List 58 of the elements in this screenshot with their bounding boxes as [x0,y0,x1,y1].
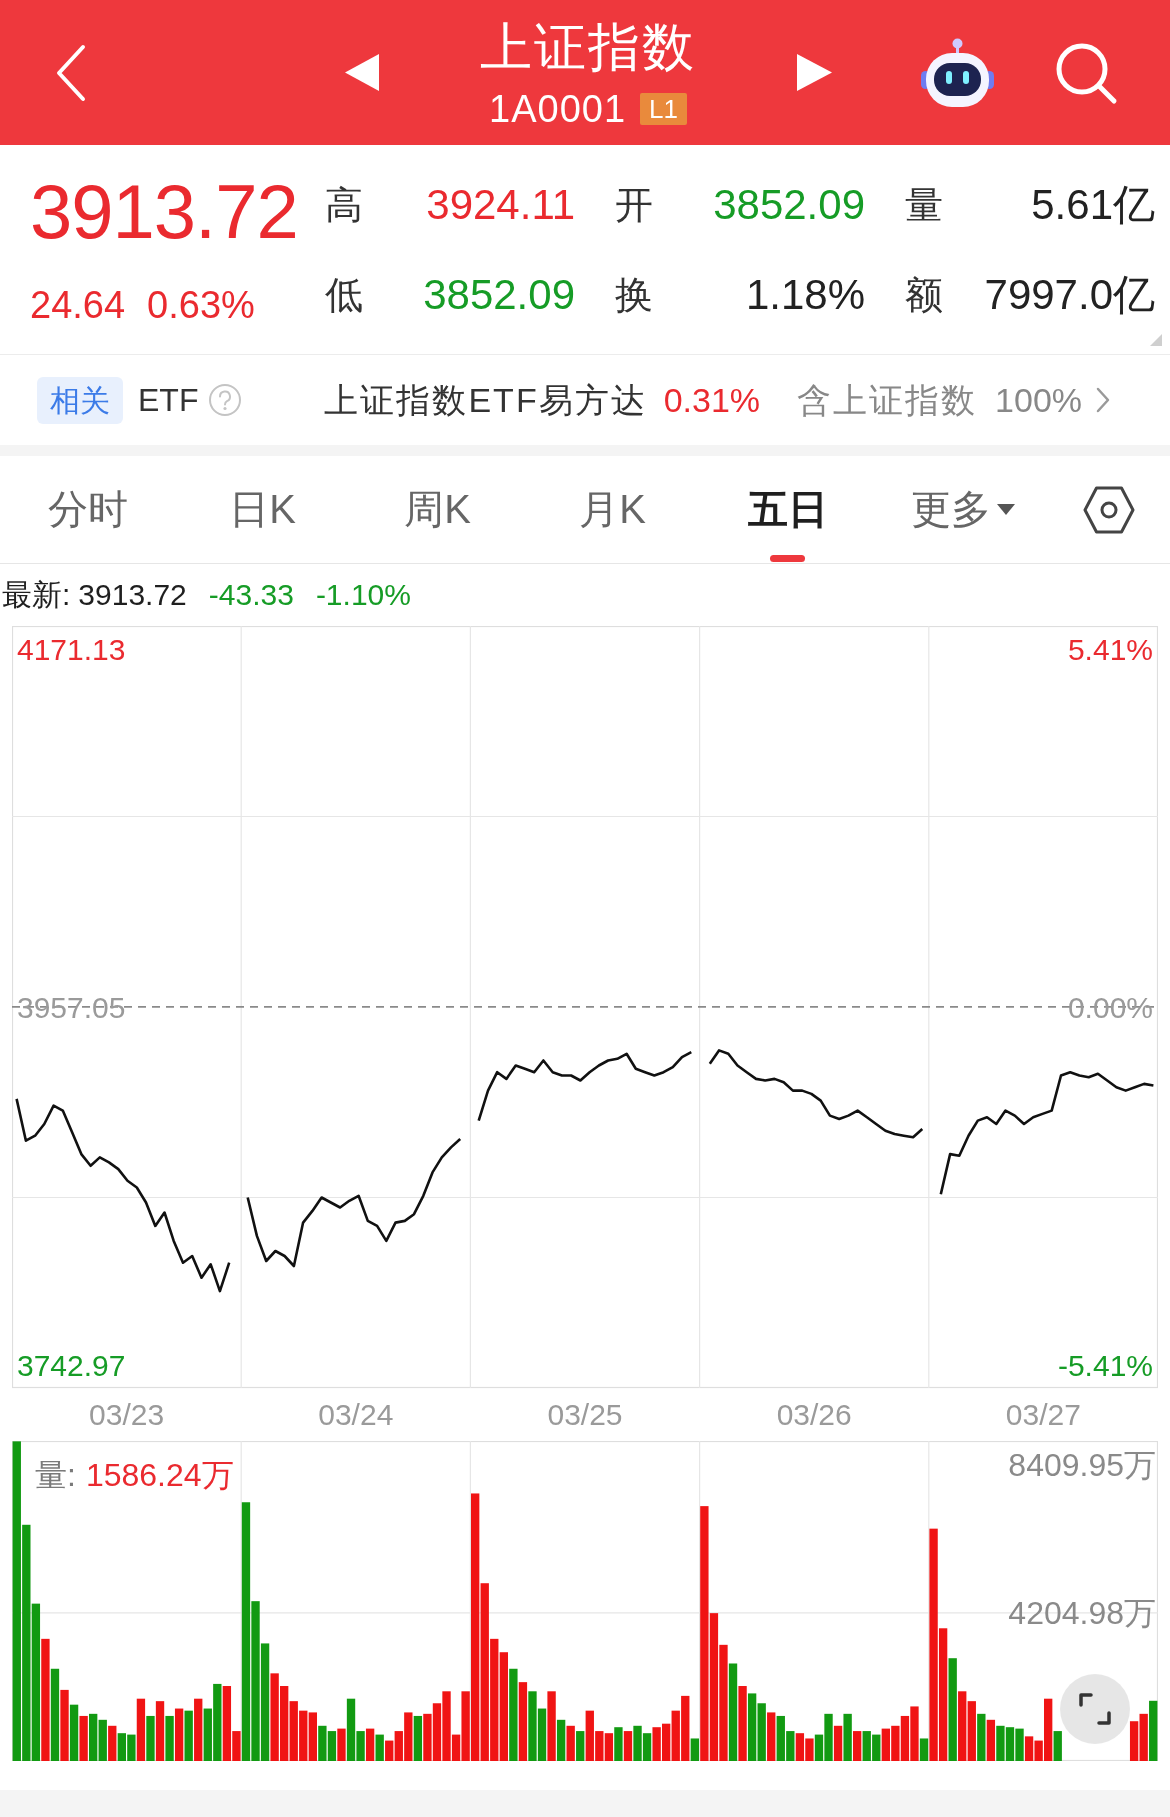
chart-tab[interactable]: 分时 [0,456,175,563]
axis-label: 4204.98万 [1008,1594,1156,1631]
expand-icon [1079,1693,1111,1725]
back-icon[interactable] [55,43,87,102]
left-triangle-icon[interactable] [345,54,379,91]
related-tag: 相关 [37,376,123,424]
axis-label: 5.41% [1067,633,1153,667]
stat-value: 3852.09 [423,271,575,319]
fund-change: 0.31% [663,380,761,420]
latest-price: 3913.72 [78,577,187,613]
date-label: 03/25 [547,1398,623,1431]
fund-name[interactable]: 上证指数ETF易方达 [324,380,647,420]
caret-icon [996,504,1015,515]
date-label: 03/26 [776,1398,852,1431]
stat-value: 3924.11 [426,181,575,229]
stat-label: 换 [615,273,653,317]
price-change: 24.64 [30,283,126,327]
latest-change-percent: -1.10% [315,577,411,613]
axis-label: 4171.13 [17,633,126,667]
change-percent: 0.63% [147,283,255,327]
stat-label: 高 [325,183,363,227]
stat-value: 3852.09 [713,181,865,229]
axis-label: -5.41% [1057,1348,1153,1382]
latest-change: -43.33 [208,577,294,613]
right-triangle-icon[interactable] [797,54,832,91]
stat-label: 低 [325,273,363,317]
holding-label: 含上证指数 [797,380,978,420]
axis-label: 3957.05 [17,990,126,1024]
robot-icon[interactable] [921,37,994,108]
settings-icon[interactable] [1083,485,1135,534]
stat-label: 量 [905,183,943,227]
chevron-right-icon[interactable] [1096,387,1111,413]
date-label: 03/27 [1005,1398,1081,1431]
volume-value: 1586.24万 [85,1456,234,1494]
date-label: 03/24 [318,1398,394,1431]
holding-share: 100% [995,380,1083,420]
stat-label: 开 [615,183,653,227]
date-label: 03/23 [89,1398,165,1431]
corner-triangle-icon [1150,334,1162,346]
chart-tab[interactable]: 日K [175,456,350,563]
stat-label: 额 [905,273,943,317]
stat-value: 1.18% [745,271,865,319]
axis-label: 3742.97 [17,1348,126,1382]
stat-value: 7997.0亿 [984,271,1155,319]
stock-code: 1A0001 [489,87,627,130]
etf-label: ETF [138,381,199,420]
latest-label: 最新: [2,577,71,613]
last-price: 3913.72 [30,168,298,256]
stock-title: 上证指数 [480,16,696,78]
chart-tab[interactable]: 月K [525,456,700,563]
level-badge: L1 [640,92,687,125]
chart-tab[interactable]: 更多 [875,456,1050,563]
axis-label: 8409.95万 [1008,1446,1156,1483]
chart-tab[interactable]: 五日 [700,456,875,563]
volume-label: 量: [35,1456,76,1494]
chart-tab[interactable]: 周K [350,456,525,563]
stat-value: 5.61亿 [1031,181,1155,229]
axis-label: 0.00% [1067,990,1153,1024]
